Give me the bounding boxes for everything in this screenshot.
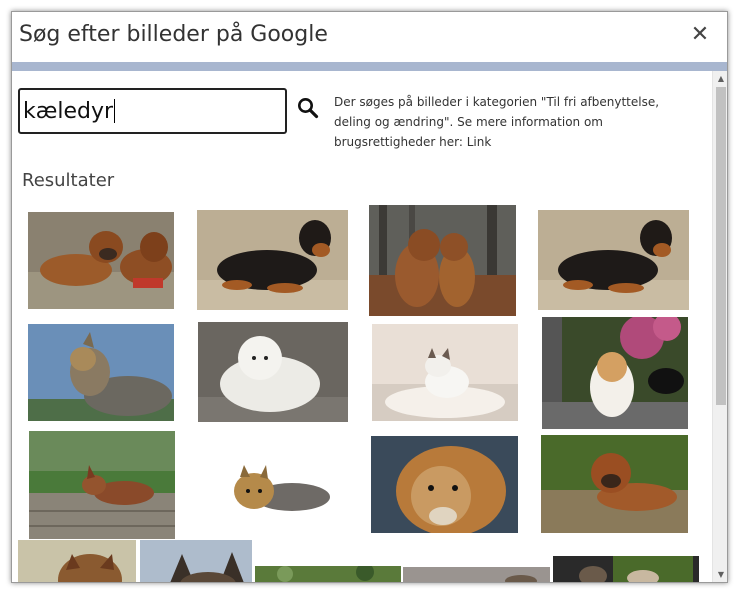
image-search-dialog: Søg efter billeder på Google ✕ kæledyr D… bbox=[11, 11, 728, 583]
result-image[interactable] bbox=[197, 210, 348, 310]
result-image[interactable] bbox=[28, 324, 174, 421]
result-image[interactable] bbox=[371, 436, 518, 533]
result-image[interactable] bbox=[538, 210, 689, 310]
search-input-value: kæledyr bbox=[23, 98, 114, 124]
vertical-scrollbar[interactable]: ▲ ▼ bbox=[712, 71, 727, 582]
scroll-up-arrow[interactable]: ▲ bbox=[713, 72, 727, 86]
license-info-text: Der søges på billeder i kategorien "Til … bbox=[334, 92, 694, 152]
dialog-title: Søg efter billeder på Google bbox=[19, 22, 328, 47]
result-image[interactable] bbox=[542, 317, 688, 429]
search-button[interactable] bbox=[296, 96, 320, 120]
scroll-down-arrow[interactable]: ▼ bbox=[713, 568, 727, 582]
license-info-body: Der søges på billeder i kategorien "Til … bbox=[334, 95, 660, 149]
dialog-content: kæledyr Der søges på billeder i kategori… bbox=[12, 71, 712, 582]
result-image[interactable] bbox=[255, 566, 401, 582]
title-stripe bbox=[12, 62, 727, 71]
result-image[interactable] bbox=[541, 435, 688, 533]
close-button[interactable]: ✕ bbox=[689, 24, 711, 46]
text-caret bbox=[114, 99, 116, 123]
result-image[interactable] bbox=[18, 540, 136, 582]
result-image[interactable] bbox=[403, 567, 550, 582]
result-image[interactable] bbox=[202, 449, 342, 529]
result-image[interactable] bbox=[28, 212, 174, 309]
scroll-thumb[interactable] bbox=[716, 87, 726, 405]
search-icon bbox=[298, 98, 319, 119]
dialog-titlebar: Søg efter billeder på Google ✕ bbox=[12, 12, 727, 62]
results-heading: Resultater bbox=[22, 170, 115, 191]
result-image[interactable] bbox=[140, 540, 252, 582]
result-image[interactable] bbox=[198, 322, 348, 422]
result-image[interactable] bbox=[372, 324, 518, 421]
result-image[interactable] bbox=[369, 205, 516, 316]
result-image[interactable] bbox=[553, 556, 699, 582]
license-info-link[interactable]: Link bbox=[467, 135, 492, 149]
search-input[interactable]: kæledyr bbox=[18, 88, 287, 134]
result-image[interactable] bbox=[29, 431, 175, 539]
